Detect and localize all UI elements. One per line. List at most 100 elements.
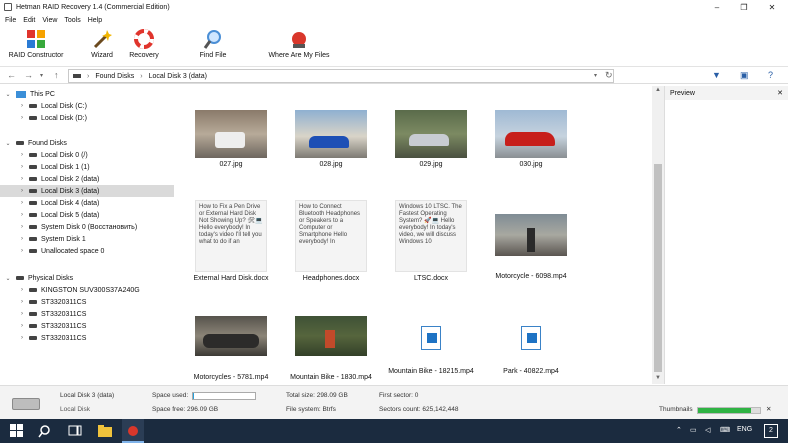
recovery-button[interactable]: Recovery xyxy=(126,29,162,59)
where-are-my-files-button[interactable]: Where Are My Files xyxy=(266,29,332,59)
disk-icon xyxy=(73,74,81,78)
total-size: Total size: 298.09 GB xyxy=(286,392,348,399)
language-keyboard-icon[interactable]: ⌨ xyxy=(720,426,730,434)
file-item[interactable]: 027.jpg xyxy=(181,110,281,168)
tree-found-disks[interactable]: ⌄ Found Disks xyxy=(0,137,174,149)
cancel-thumbnails-icon[interactable]: ✕ xyxy=(766,405,771,413)
tree-item-st3320311cs[interactable]: › ST3320311CS xyxy=(0,332,174,344)
filter-icon[interactable]: ▼ xyxy=(712,70,721,80)
tray-expand-icon[interactable]: ⌃ xyxy=(676,426,682,434)
tree-this-pc[interactable]: ⌄ This PC xyxy=(0,88,174,100)
space-used-bar xyxy=(192,392,256,400)
scroll-up-icon[interactable]: ▲ xyxy=(655,87,661,93)
tree-item-system-disk-1[interactable]: › System Disk 1 xyxy=(0,233,174,245)
close-icon[interactable]: ✕ xyxy=(777,89,783,97)
windows-taskbar: ⌃ ▭ ◁ ⌨ ENG 2 xyxy=(0,419,788,443)
find-file-button[interactable]: Find File xyxy=(196,29,230,59)
task-view-icon[interactable] xyxy=(68,424,82,438)
breadcrumb-found-disks[interactable]: Found Disks xyxy=(95,73,134,80)
volume-icon[interactable]: ◁ xyxy=(705,426,710,434)
file-item[interactable]: 029.jpg xyxy=(381,110,481,168)
collapse-chevron-icon[interactable]: ⌄ xyxy=(4,91,12,98)
maximize-button[interactable]: ❐ xyxy=(730,0,758,14)
file-item[interactable]: Windows 10 LTSC. The Fastest Operating S… xyxy=(381,200,481,282)
toolbar: RAID Constructor Wizard Recovery Find Fi… xyxy=(0,27,788,67)
file-item[interactable]: Park - 40822.mp4 xyxy=(481,316,581,375)
tree-item-local-disk-0[interactable]: › Local Disk 0 (/) xyxy=(0,149,174,161)
tree-item-local-disk-2[interactable]: › Local Disk 2 (data) xyxy=(0,173,174,185)
tree-label: System Disk 1 xyxy=(41,235,86,243)
tree-item-unallocated-space-0[interactable]: › Unallocated space 0 xyxy=(0,245,174,257)
refresh-icon[interactable]: ↻ xyxy=(605,70,613,81)
breadcrumb-local-disk-3[interactable]: Local Disk 3 (data) xyxy=(149,73,207,80)
menu-help[interactable]: Help xyxy=(88,17,102,24)
address-path[interactable]: › Found Disks › Local Disk 3 (data) xyxy=(68,69,614,83)
scrollbar-thumb[interactable] xyxy=(654,164,662,372)
folder-tree: ⌄ This PC › Local Disk (C:) › Local Disk (… xyxy=(0,86,174,384)
menu-file[interactable]: File xyxy=(5,17,16,24)
sectors-count: Sectors count: 625,142,448 xyxy=(379,406,459,413)
language-indicator[interactable]: ENG xyxy=(737,426,752,433)
image-thumbnail xyxy=(195,110,267,158)
tree-label: ST3320311CS xyxy=(41,310,87,318)
video-thumbnail xyxy=(295,316,367,356)
tree-item-local-disk-c[interactable]: › Local Disk (C:) xyxy=(0,100,174,112)
collapse-chevron-icon[interactable]: ⌄ xyxy=(4,275,12,282)
scroll-down-icon[interactable]: ▼ xyxy=(655,375,661,381)
file-explorer-icon[interactable] xyxy=(98,424,112,438)
collapse-chevron-icon[interactable]: ⌄ xyxy=(4,140,12,147)
up-arrow-icon[interactable]: ↑ xyxy=(54,70,59,80)
tree-item-local-disk-d[interactable]: › Local Disk (D:) xyxy=(0,112,174,124)
file-name: Mountain Bike - 1830.mp4 xyxy=(290,374,372,381)
tree-label: Local Disk (D:) xyxy=(41,114,87,122)
file-item[interactable]: Motorcycle - 6098.mp4 xyxy=(481,214,581,280)
tree-physical-disks[interactable]: ⌄ Physical Disks xyxy=(0,272,174,284)
file-item[interactable]: 030.jpg xyxy=(481,110,581,168)
file-item[interactable]: How to Connect Bluetooth Headphones or S… xyxy=(281,200,381,282)
tree-item-st3320311cs[interactable]: › ST3320311CS xyxy=(0,320,174,332)
help-icon[interactable]: ? xyxy=(768,70,773,80)
history-dropdown-icon[interactable]: ▾ xyxy=(40,72,43,79)
space-free: Space free: 296.09 GB xyxy=(152,406,219,413)
tree-item-st3320311cs[interactable]: › ST3320311CS xyxy=(0,296,174,308)
minimize-button[interactable]: – xyxy=(703,0,731,14)
windows-start-icon[interactable] xyxy=(10,424,24,438)
network-icon[interactable]: ▭ xyxy=(690,426,697,434)
notification-center-icon[interactable]: 2 xyxy=(764,424,778,438)
disk-icon xyxy=(29,288,37,292)
thumbnails-label: Thumbnails xyxy=(659,406,693,413)
tree-item-local-disk-4[interactable]: › Local Disk 4 (data) xyxy=(0,197,174,209)
disk-icon xyxy=(16,141,24,145)
tree-item-local-disk-1[interactable]: › Local Disk 1 (1) xyxy=(0,161,174,173)
tree-item-local-disk-3[interactable]: › Local Disk 3 (data) xyxy=(0,185,174,197)
address-dropdown-icon[interactable]: ▾ xyxy=(594,72,597,79)
file-item[interactable]: Mountain Bike - 18215.mp4 xyxy=(381,316,481,375)
view-mode-icon[interactable]: ▣ xyxy=(740,70,749,81)
file-item[interactable]: Motorcycles - 5781.mp4 xyxy=(181,316,281,381)
video-file-icon xyxy=(521,326,541,350)
file-item[interactable]: 028.jpg xyxy=(281,110,381,168)
raid-constructor-button[interactable]: RAID Constructor xyxy=(6,29,66,59)
search-icon[interactable] xyxy=(38,424,52,438)
disk-icon xyxy=(29,225,37,229)
tree-item-st3320311cs[interactable]: › ST3320311CS xyxy=(0,308,174,320)
back-arrow-icon[interactable]: ← xyxy=(7,70,16,80)
menu-tools[interactable]: Tools xyxy=(64,17,80,24)
file-item[interactable]: How to Fix a Pen Drive or External Hard … xyxy=(181,200,281,282)
app-icon xyxy=(4,3,12,11)
menu-view[interactable]: View xyxy=(42,17,57,24)
wizard-button[interactable]: Wizard xyxy=(86,29,118,59)
tree-item-kingston[interactable]: › KINGSTON SUV300S37A240G xyxy=(0,284,174,296)
raid-recovery-taskbar-icon[interactable] xyxy=(122,419,144,443)
tree-item-system-disk-0[interactable]: › System Disk 0 (Восстановить) xyxy=(0,221,174,233)
tree-item-local-disk-5[interactable]: › Local Disk 5 (data) xyxy=(0,209,174,221)
close-button[interactable]: ✕ xyxy=(758,0,786,14)
menu-edit[interactable]: Edit xyxy=(23,17,35,24)
file-name: Motorcycle - 6098.mp4 xyxy=(495,273,567,280)
forward-arrow-icon[interactable]: → xyxy=(24,70,33,80)
file-item[interactable]: Mountain Bike - 1830.mp4 xyxy=(281,316,381,381)
image-thumbnail xyxy=(395,110,467,158)
tree-label: Local Disk (C:) xyxy=(41,102,87,110)
vertical-scrollbar[interactable]: ▲ ▼ xyxy=(652,86,664,384)
disk-icon xyxy=(29,312,37,316)
